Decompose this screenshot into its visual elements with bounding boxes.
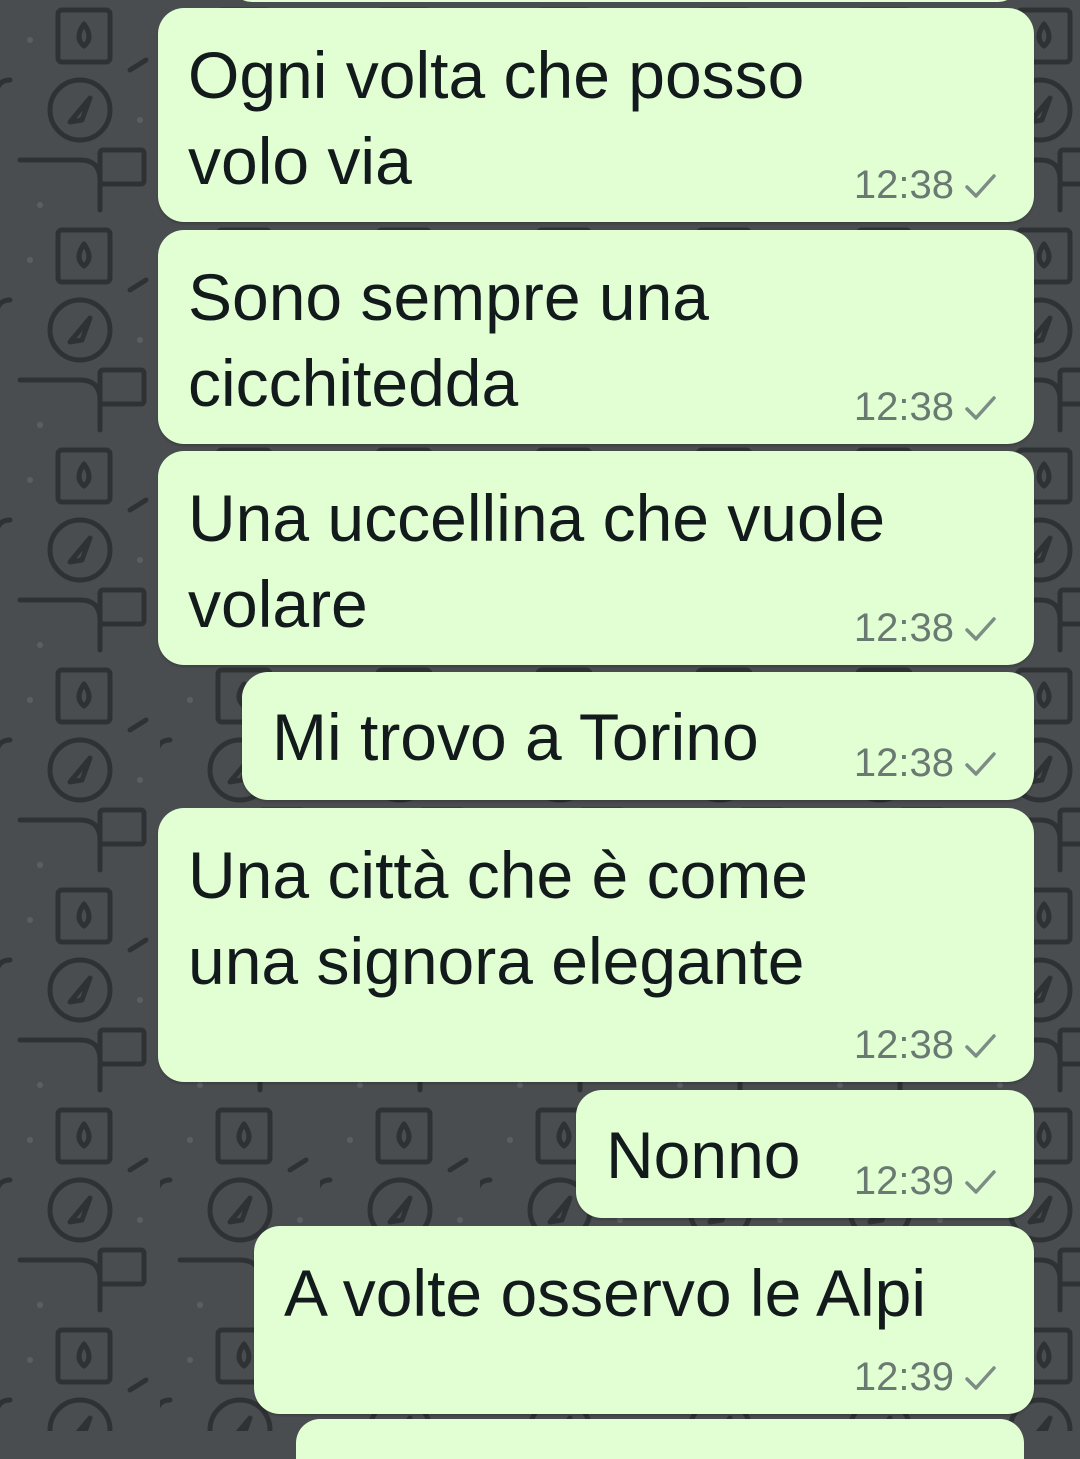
- single-check-icon: [965, 1169, 996, 1194]
- message-text: Sono sempre una cicchitedda: [188, 260, 710, 420]
- message-bubble[interactable]: Mi trovo a Torino 12:38: [242, 672, 1034, 800]
- message-text: A volte osservo le Alpi: [284, 1256, 927, 1330]
- message-bubble[interactable]: Una città che è come una signora elegant…: [158, 808, 1034, 1082]
- message-text: Ogni volta che posso volo via: [188, 38, 805, 198]
- message-time: 12:39: [853, 1355, 954, 1399]
- partial-message-bubble-top[interactable]: [230, 0, 1020, 2]
- single-check-icon: [965, 751, 996, 776]
- single-check-icon: [965, 395, 996, 420]
- message-time: 12:39: [853, 1159, 954, 1203]
- message-text: Nonno: [606, 1118, 801, 1192]
- message-time: 12:38: [853, 1023, 954, 1067]
- message-bubble[interactable]: A volte osservo le Alpi 12:39: [254, 1226, 1034, 1414]
- message-meta: 12:38: [854, 606, 998, 651]
- message-meta: 12:38: [854, 1023, 998, 1068]
- single-check-icon: [965, 1365, 996, 1390]
- message-time: 12:38: [853, 385, 954, 429]
- message-bubble[interactable]: Una uccellina che vuole volare 12:38: [158, 451, 1034, 665]
- message-meta: 12:38: [854, 741, 998, 786]
- single-check-icon: [965, 1033, 996, 1058]
- message-meta: 12:38: [854, 163, 998, 208]
- message-time: 12:38: [853, 741, 954, 785]
- message-meta: 12:38: [854, 385, 998, 430]
- partial-message-bubble-bottom[interactable]: [296, 1419, 1024, 1459]
- message-text: Una uccellina che vuole volare: [188, 481, 886, 641]
- message-bubble[interactable]: Sono sempre una cicchitedda 12:38: [158, 230, 1034, 444]
- message-time: 12:38: [853, 606, 954, 650]
- message-time: 12:38: [853, 163, 954, 207]
- single-check-icon: [965, 616, 996, 641]
- message-meta: 12:39: [854, 1159, 998, 1204]
- message-text: Una città che è come una signora elegant…: [188, 838, 808, 998]
- message-list[interactable]: Ogni volta che posso volo via 12:38 Sono…: [0, 0, 1080, 1459]
- message-bubble[interactable]: Nonno 12:39: [576, 1090, 1034, 1218]
- message-bubble[interactable]: Ogni volta che posso volo via 12:38: [158, 8, 1034, 222]
- message-meta: 12:39: [854, 1355, 998, 1400]
- message-text: Mi trovo a Torino: [272, 700, 759, 774]
- single-check-icon: [965, 173, 996, 198]
